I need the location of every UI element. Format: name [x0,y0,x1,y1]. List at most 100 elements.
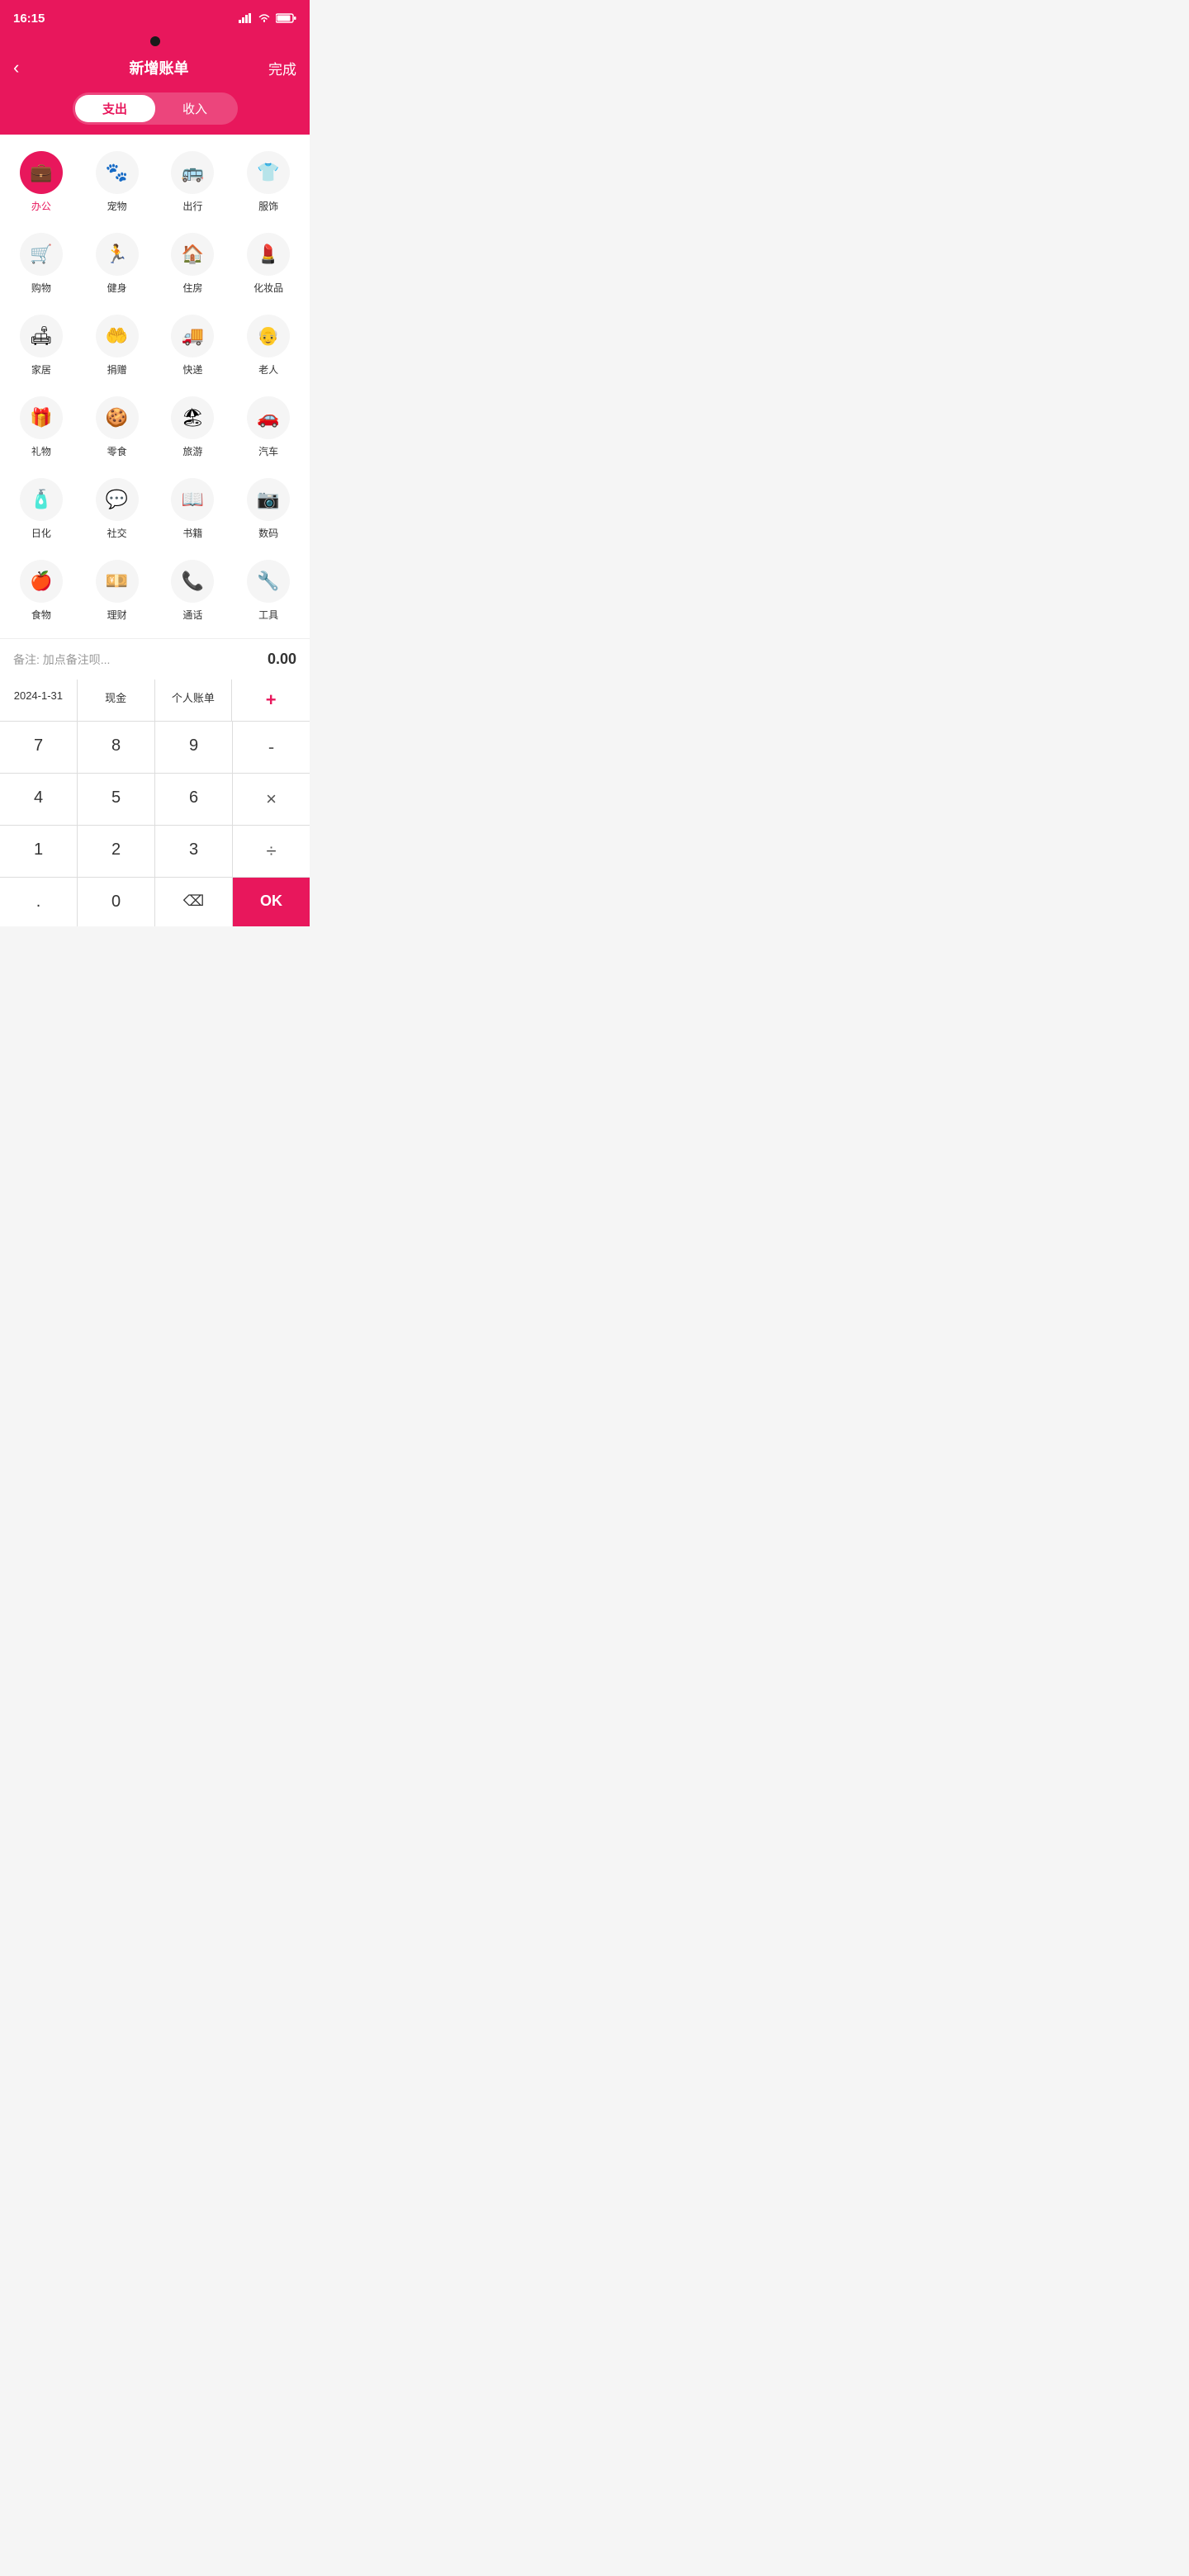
calc-btn-num-3[interactable]: - [233,722,310,773]
category-item-clothing[interactable]: 👕 服饰 [234,144,303,220]
category-item-cosmetics[interactable]: 💄 化妆品 [234,226,303,301]
category-item-elderly[interactable]: 👴 老人 [234,308,303,383]
calc-btn-num-1[interactable]: 8 [78,722,154,773]
account-selector[interactable]: 现金 [78,680,155,721]
category-label-food: 食物 [31,608,51,622]
category-label-fitness: 健身 [107,281,127,295]
add-button[interactable]: + [232,680,310,721]
category-icon-snack: 🍪 [96,396,139,439]
category-label-phone: 通话 [182,608,202,622]
category-item-shopping[interactable]: 🛒 购物 [7,226,76,301]
battery-icon [276,13,296,23]
calc-btn-num-10[interactable]: 3 [155,826,232,877]
category-icon-shopping: 🛒 [20,233,63,276]
category-icon-social: 💬 [96,478,139,521]
category-icon-cosmetics: 💄 [247,233,290,276]
category-icon-express: 🚚 [171,315,214,358]
category-item-tools[interactable]: 🔧 工具 [234,553,303,628]
date-selector[interactable]: 2024-1-31 [0,680,78,721]
category-label-travel: 出行 [182,199,202,213]
category-label-cosmetics: 化妆品 [253,281,283,295]
category-icon-finance: 💴 [96,560,139,603]
calc-btn-num-6[interactable]: 6 [155,774,232,825]
tab-income[interactable]: 收入 [155,95,235,122]
calc-btn-num-9[interactable]: 2 [78,826,154,877]
category-icon-elderly: 👴 [247,315,290,358]
book-selector[interactable]: 个人账单 [155,680,233,721]
status-icons [239,13,296,23]
category-icon-tourism: 🏖 [171,396,214,439]
calc-btn-backspace[interactable]: ⌫ [155,878,232,926]
category-label-finance: 理财 [107,608,127,622]
calc-btn-num-13[interactable]: 0 [78,878,154,926]
calc-grid: 789- 456× 123÷.0⌫OK [0,722,310,926]
category-icon-car: 🚗 [247,396,290,439]
calc-btn-num-0[interactable]: 7 [0,722,77,773]
signal-icon [239,13,253,23]
category-label-social: 社交 [107,526,127,540]
category-item-car[interactable]: 🚗 汽车 [234,390,303,465]
category-label-pet: 宠物 [107,199,127,213]
category-item-donation[interactable]: 🤲 捐赠 [83,308,152,383]
calc-btn-num-4[interactable]: 4 [0,774,77,825]
category-item-food[interactable]: 🍎 食物 [7,553,76,628]
status-bar: 16:15 [0,0,310,36]
calc-btn-ok[interactable]: OK [233,878,310,926]
calc-btn-num-7[interactable]: × [233,774,310,825]
category-item-phone[interactable]: 📞 通话 [159,553,228,628]
category-item-office[interactable]: 💼 办公 [7,144,76,220]
category-label-digital: 数码 [258,526,278,540]
category-item-finance[interactable]: 💴 理财 [83,553,152,628]
category-item-digital[interactable]: 📷 数码 [234,471,303,547]
category-label-elderly: 老人 [258,362,278,376]
category-icon-phone: 📞 [171,560,214,603]
calc-btn-num-12[interactable]: . [0,878,77,926]
tab-expense[interactable]: 支出 [75,95,155,122]
tab-container: 支出 收入 [73,92,238,125]
category-label-tools: 工具 [258,608,278,622]
category-item-housing[interactable]: 🏠 住房 [159,226,228,301]
category-icon-donation: 🤲 [96,315,139,358]
category-item-express[interactable]: 🚚 快递 [159,308,228,383]
category-label-housing: 住房 [182,281,202,295]
category-label-furniture: 家居 [31,362,51,376]
category-label-gift: 礼物 [31,444,51,458]
category-label-donation: 捐赠 [107,362,127,376]
category-item-tourism[interactable]: 🏖 旅游 [159,390,228,465]
category-icon-book: 📖 [171,478,214,521]
category-item-daily[interactable]: 🧴 日化 [7,471,76,547]
category-icon-food: 🍎 [20,560,63,603]
category-label-daily: 日化 [31,526,51,540]
category-icon-furniture: 🛋 [20,315,63,358]
category-item-snack[interactable]: 🍪 零食 [83,390,152,465]
category-icon-pet: 🐾 [96,151,139,194]
category-label-tourism: 旅游 [182,444,202,458]
category-item-book[interactable]: 📖 书籍 [159,471,228,547]
category-item-social[interactable]: 💬 社交 [83,471,152,547]
done-button[interactable]: 完成 [268,58,296,78]
category-item-pet[interactable]: 🐾 宠物 [83,144,152,220]
category-item-travel[interactable]: 🚌 出行 [159,144,228,220]
back-button[interactable]: ‹ [13,57,50,78]
category-label-clothing: 服饰 [258,199,278,213]
amount-display: 0.00 [268,651,296,668]
category-icon-housing: 🏠 [171,233,214,276]
calc-btn-num-8[interactable]: 1 [0,826,77,877]
remark-placeholder[interactable]: 备注: 加点备注呗... [13,651,110,668]
category-item-gift[interactable]: 🎁 礼物 [7,390,76,465]
wifi-icon [258,13,271,23]
category-icon-daily: 🧴 [20,478,63,521]
page-title: 新增账单 [130,57,189,78]
category-label-shopping: 购物 [31,281,51,295]
category-icon-digital: 📷 [247,478,290,521]
calc-btn-num-5[interactable]: 5 [78,774,154,825]
category-label-snack: 零食 [107,444,127,458]
category-item-furniture[interactable]: 🛋 家居 [7,308,76,383]
category-icon-office: 💼 [20,151,63,194]
category-icon-fitness: 🏃 [96,233,139,276]
calc-btn-num-11[interactable]: ÷ [233,826,310,877]
category-label-car: 汽车 [258,444,278,458]
category-item-fitness[interactable]: 🏃 健身 [83,226,152,301]
calc-btn-num-2[interactable]: 9 [155,722,232,773]
nav-bar: ‹ 新增账单 完成 [0,50,310,86]
